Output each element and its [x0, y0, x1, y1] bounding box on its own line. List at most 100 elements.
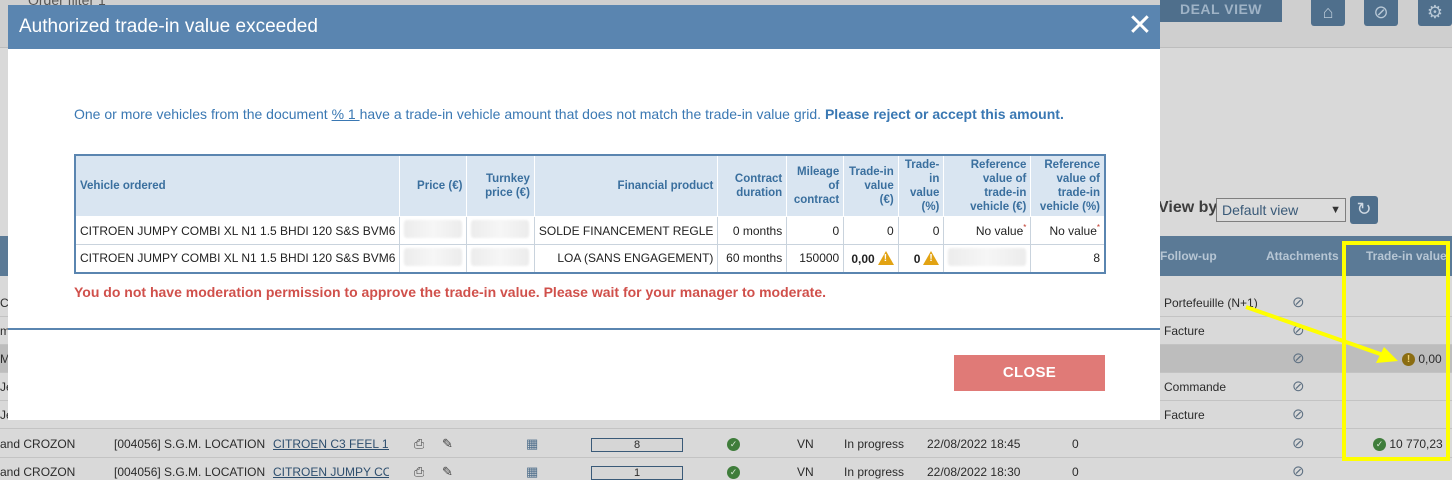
row-follow-up: Portefeuille (N+1) [1164, 296, 1258, 310]
row-vehicle-link[interactable]: CITROEN C3 FEEL 1.2 [273, 430, 389, 458]
row-count: 0 [1072, 437, 1079, 451]
cell-turnkey [466, 216, 535, 245]
calculator-icon[interactable]: ▦ [526, 458, 538, 480]
row-count: 0 [1072, 465, 1079, 479]
cell-tradein-value: 0 [843, 216, 899, 245]
row-date: 22/08/2022 18:45 [927, 437, 1021, 451]
dialog-message: One or more vehicles from the document %… [74, 105, 1074, 123]
column-follow-up[interactable]: Follow-up [1160, 236, 1217, 276]
row-type: VN [797, 465, 814, 479]
row-cell-left: and CROZON [0, 465, 76, 479]
view-by-select[interactable]: Default view ▼ [1216, 198, 1346, 222]
cell-price [399, 244, 468, 273]
row-site: [004056] S.G.M. LOCATION [114, 465, 266, 479]
cell-ref-value-eur: No value* [943, 216, 1032, 245]
cell-vehicle: CITROEN JUMPY COMBI XL N1 1.5 BHDI 120 S… [74, 216, 401, 245]
row-status: In progress [844, 437, 905, 451]
chevron-down-icon: ▼ [1330, 204, 1341, 216]
row-progress: 1 [591, 458, 683, 480]
redacted-value [471, 247, 530, 266]
trade-in-exceeded-dialog: Authorized trade-in value exceeded ✕ One… [8, 5, 1160, 420]
cell-ref-value-pct: 8 [1030, 244, 1106, 273]
table-row: CITROEN JUMPY COMBI XL N1 1.5 BHDI 120 S… [74, 216, 1106, 245]
row-follow-up: Facture [1164, 324, 1205, 338]
header-financial: Financial product [533, 154, 719, 217]
paperclip-icon[interactable]: ⊘ [1292, 430, 1305, 458]
refresh-icon[interactable]: ↻ [1350, 196, 1378, 224]
cell-tradein-pct: 0 [897, 244, 945, 273]
dialog-title: Authorized trade-in value exceeded [19, 16, 318, 37]
row-cell-left: and CROZON [0, 437, 76, 451]
paperclip-icon[interactable]: ⊘ [1292, 458, 1305, 480]
calculator-icon[interactable]: ▦ [526, 430, 538, 458]
redacted-value [404, 220, 463, 238]
column-attachments[interactable]: Attachments [1266, 236, 1339, 276]
row-check: ✓ [727, 458, 740, 480]
row-status: In progress [844, 465, 905, 479]
header-mileage: Mileage of contract [786, 154, 845, 217]
ref-value-text: No value [1049, 224, 1097, 238]
annotation-highlight-box [1342, 241, 1450, 461]
redacted-value [471, 220, 530, 238]
tool-icon[interactable]: ⚙ [1418, 0, 1452, 26]
header-duration: Contract duration [717, 154, 788, 217]
table-row[interactable]: and CROZON [004056] S.G.M. LOCATION CITR… [0, 458, 1452, 480]
cell-financial: SOLDE FINANCEMENT REGLE [533, 216, 719, 245]
deal-view-button[interactable]: DEAL VIEW [1160, 0, 1282, 22]
no-view-icon[interactable]: ⊘ [1364, 0, 1398, 26]
message-text-2: have a trade-in vehicle amount that does… [359, 106, 825, 122]
row-vehicle-link[interactable]: CITROEN JUMPY COM [273, 458, 389, 480]
row-check: ✓ [727, 430, 740, 458]
trade-in-table: Vehicle ordered Price (€) Turnkey price … [74, 154, 1106, 274]
row-site: [004056] S.G.M. LOCATION [114, 437, 266, 451]
row-type: VN [797, 437, 814, 451]
redacted-value [948, 247, 1027, 266]
dialog-header: Authorized trade-in value exceeded ✕ [8, 5, 1160, 49]
cell-financial: LOA (SANS ENGAGEMENT) [533, 244, 719, 273]
cell-price [399, 216, 468, 245]
row-date: 22/08/2022 18:30 [927, 465, 1021, 479]
tradein-value-text: 0,00 [851, 251, 875, 266]
table-row[interactable]: and CROZON [004056] S.G.M. LOCATION CITR… [0, 430, 1452, 458]
check-icon: ✓ [727, 438, 740, 452]
paperclip-icon[interactable]: ⊘ [1292, 317, 1305, 345]
progress-value: 8 [591, 437, 683, 452]
close-icon[interactable]: ✕ [1124, 11, 1156, 43]
home-icon[interactable]: ⌂ [1311, 0, 1345, 26]
paperclip-icon[interactable]: ⊘ [1292, 289, 1305, 317]
document-reference[interactable]: % 1 [332, 106, 360, 122]
redacted-value [404, 247, 463, 266]
warning-icon [877, 250, 894, 265]
close-button[interactable]: CLOSE [954, 355, 1105, 391]
table-header-row: Vehicle ordered Price (€) Turnkey price … [74, 154, 1106, 217]
header-tradein-value: Trade-in value (€) [843, 154, 899, 217]
view-by-select-value: Default view [1222, 202, 1299, 218]
header-tradein-pct: Trade-in value (%) [897, 154, 945, 217]
cell-turnkey [466, 244, 535, 273]
paperclip-icon[interactable]: ⊘ [1292, 401, 1305, 429]
dialog-divider [8, 328, 1160, 330]
warning-icon [923, 250, 940, 265]
header-ref-value-eur: Reference value of trade-in vehicle (€) [943, 154, 1032, 217]
row-follow-up: Facture [1164, 408, 1205, 422]
header-turnkey: Turnkey price (€) [466, 154, 535, 217]
cell-vehicle: CITROEN JUMPY COMBI XL N1 1.5 BHDI 120 S… [74, 244, 401, 273]
row-progress: 8 [591, 430, 683, 458]
cell-duration: 0 months [717, 216, 788, 245]
asterisk-icon: * [1023, 223, 1027, 232]
asterisk-icon: * [1096, 223, 1100, 232]
paperclip-icon[interactable]: ⊘ [1292, 373, 1305, 401]
sign-icon[interactable]: ✎ [442, 430, 453, 458]
table-row: CITROEN JUMPY COMBI XL N1 1.5 BHDI 120 S… [74, 244, 1106, 273]
cell-tradein-value: 0,00 [843, 244, 899, 273]
cell-mileage: 150000 [786, 244, 845, 273]
row-follow-up: Commande [1164, 380, 1227, 394]
view-by-label: View by [1158, 199, 1218, 216]
sign-icon[interactable]: ✎ [442, 458, 453, 480]
message-text-1: One or more vehicles from the document [74, 106, 332, 122]
printer-icon[interactable]: ⎙ [414, 458, 424, 480]
printer-icon[interactable]: ⎙ [414, 430, 424, 458]
tradein-pct-text: 0 [913, 251, 921, 266]
header-ref-value-pct: Reference value of trade-in vehicle (%) [1030, 154, 1106, 217]
paperclip-icon[interactable]: ⊘ [1292, 345, 1305, 373]
